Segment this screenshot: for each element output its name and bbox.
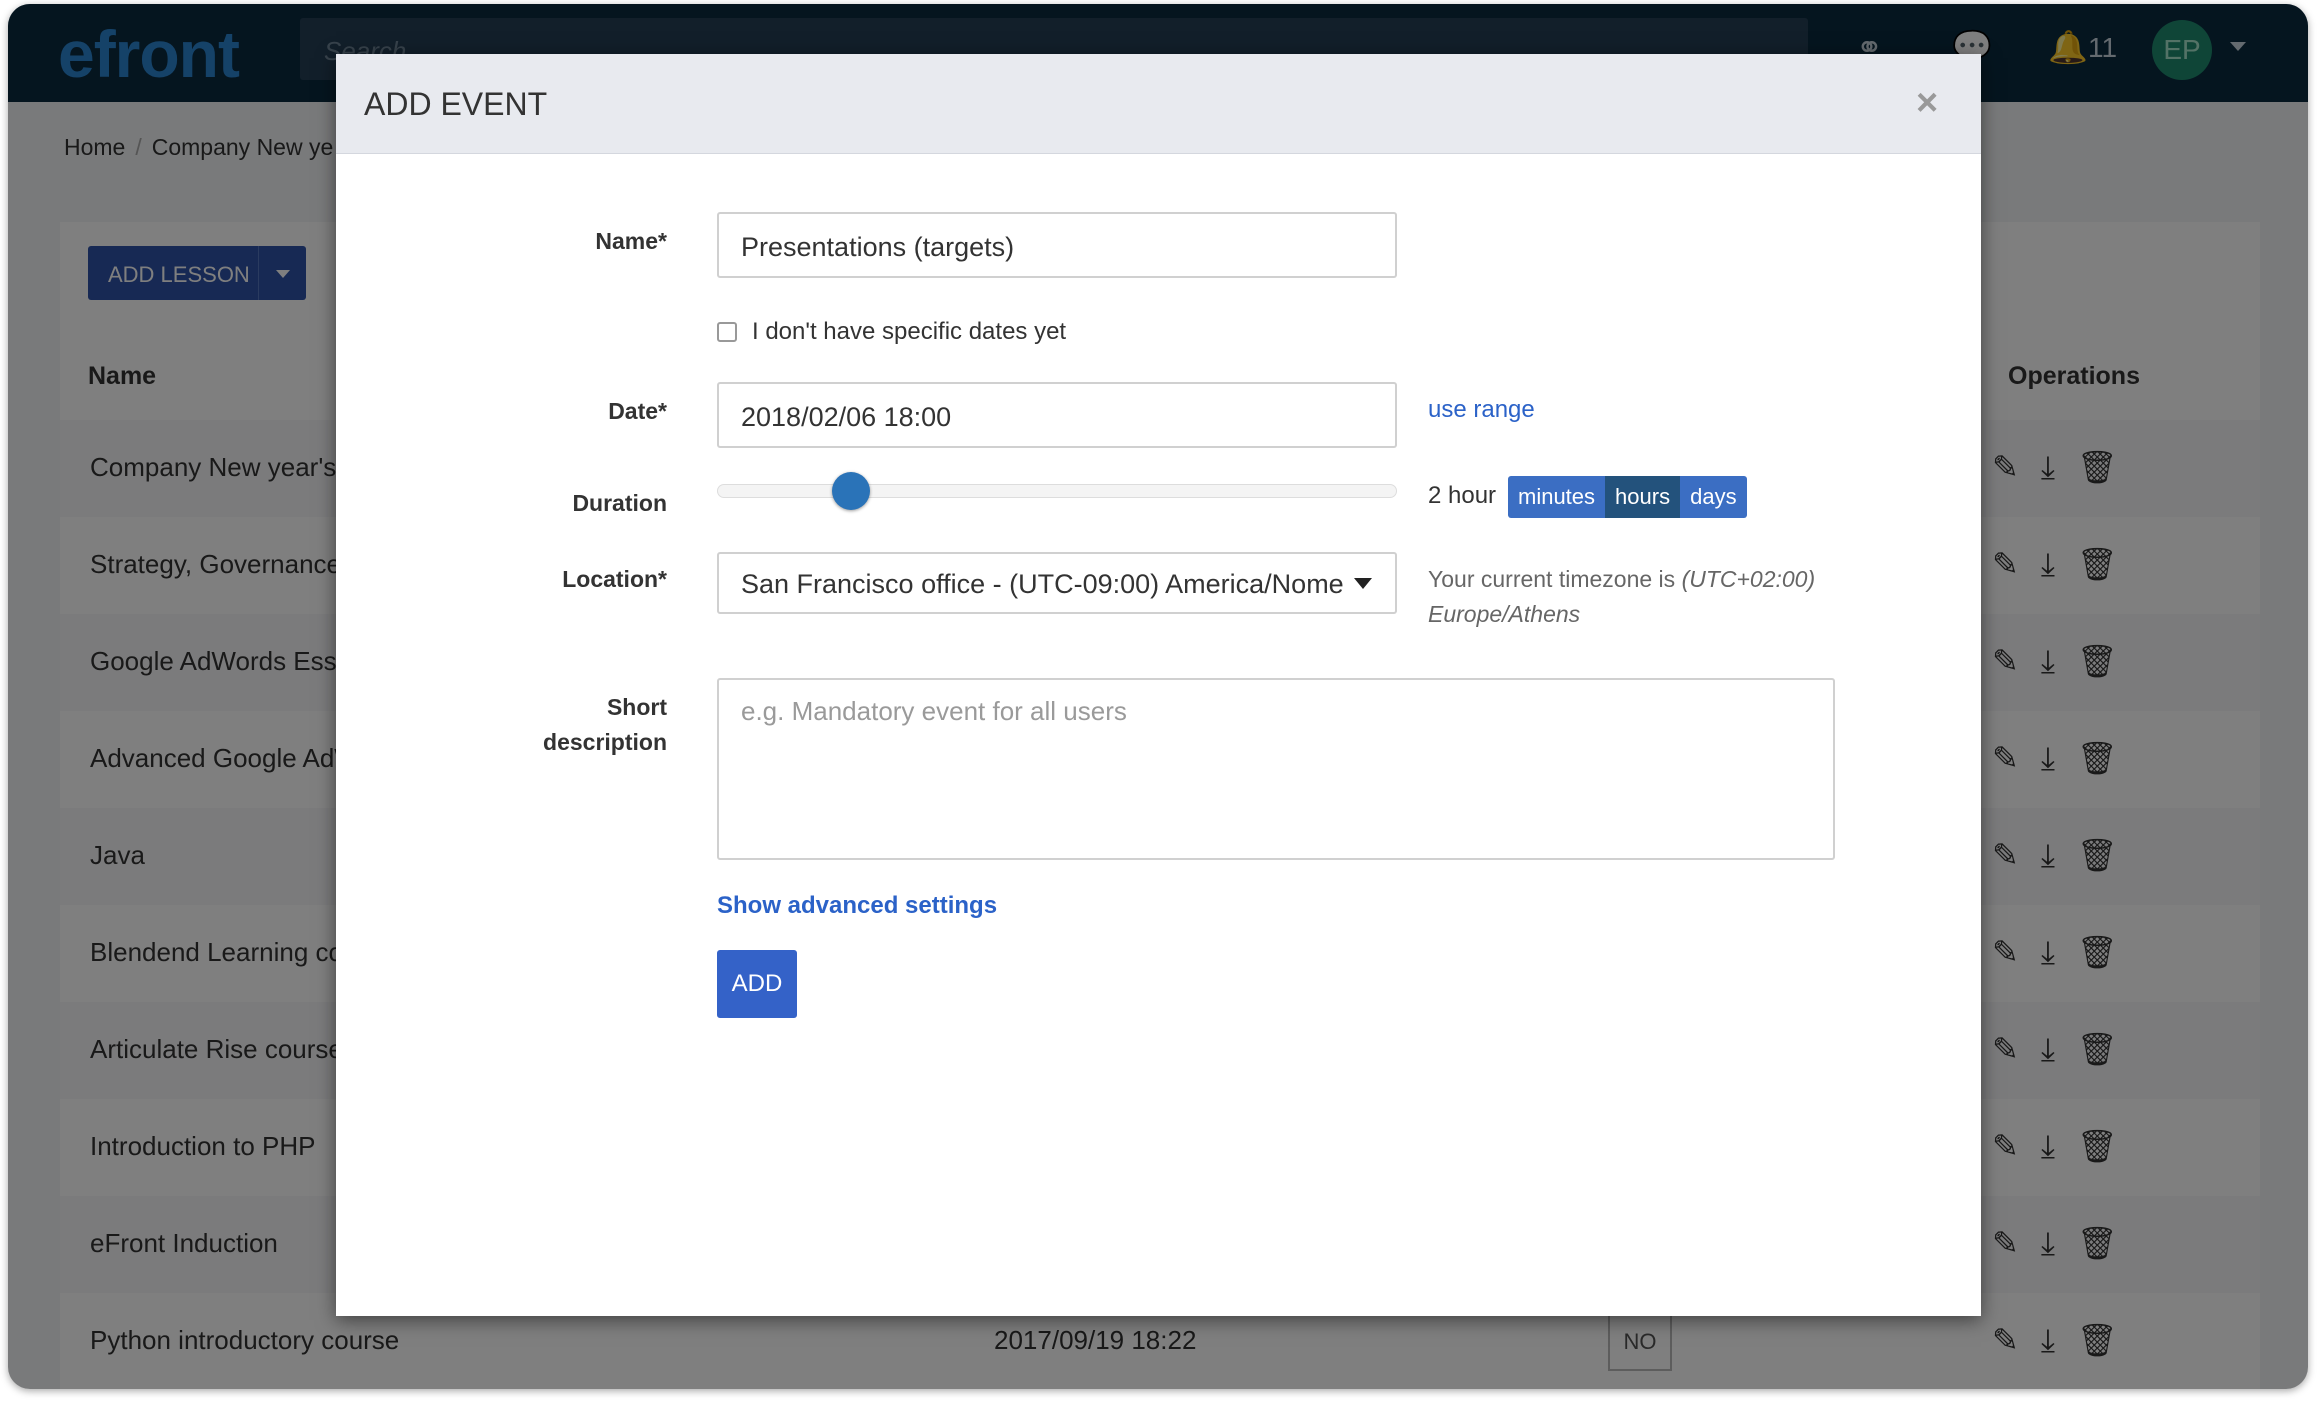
app-window: efront Search ⚭ 💬 🔔 11 EP Home/Company N…: [8, 4, 2308, 1389]
chevron-down-icon[interactable]: [1354, 578, 1372, 589]
name-field[interactable]: Presentations (targets): [717, 212, 1397, 278]
dialog-header: ADD EVENT ×: [336, 54, 1981, 154]
location-select[interactable]: San Francisco office - (UTC-09:00) Ameri…: [717, 552, 1397, 614]
unit-minutes-button[interactable]: minutes: [1508, 476, 1605, 518]
date-field[interactable]: 2018/02/06 18:00: [717, 382, 1397, 448]
duration-slider-handle[interactable]: [832, 472, 870, 510]
add-button[interactable]: ADD: [717, 950, 797, 1018]
date-label: Date*: [608, 398, 667, 424]
no-dates-label[interactable]: I don't have specific dates yet: [752, 318, 1066, 346]
duration-value: 2 hour: [1428, 482, 1497, 509]
use-range-link[interactable]: use range: [1428, 396, 1535, 424]
timezone-note: Your current timezone is (UTC+02:00) Euro…: [1428, 562, 1815, 632]
no-dates-checkbox[interactable]: [717, 322, 737, 342]
unit-days-button[interactable]: days: [1680, 476, 1746, 518]
add-event-dialog: ADD EVENT × Name* Presentations (targets…: [336, 54, 1981, 1316]
short-label-line1: Short: [606, 694, 667, 720]
close-icon[interactable]: ×: [1916, 82, 1938, 125]
timezone-zone: Europe/Athens: [1428, 601, 1581, 627]
duration-unit-group: minutes hours days: [1508, 476, 1747, 518]
location-label: Location*: [562, 566, 667, 592]
dialog-title: ADD EVENT: [364, 86, 548, 122]
timezone-prefix: Your current timezone is: [1428, 566, 1676, 592]
unit-hours-button[interactable]: hours: [1605, 476, 1681, 518]
timezone-offset: (UTC+02:00): [1681, 566, 1816, 592]
short-description-field[interactable]: e.g. Mandatory event for all users: [717, 678, 1835, 860]
duration-label: Duration: [572, 490, 667, 516]
name-label: Name*: [595, 228, 667, 254]
short-description-label: Short description: [543, 690, 667, 760]
short-label-line2: description: [543, 729, 667, 755]
show-advanced-settings-link[interactable]: Show advanced settings: [717, 892, 997, 920]
duration-slider[interactable]: [717, 484, 1397, 498]
